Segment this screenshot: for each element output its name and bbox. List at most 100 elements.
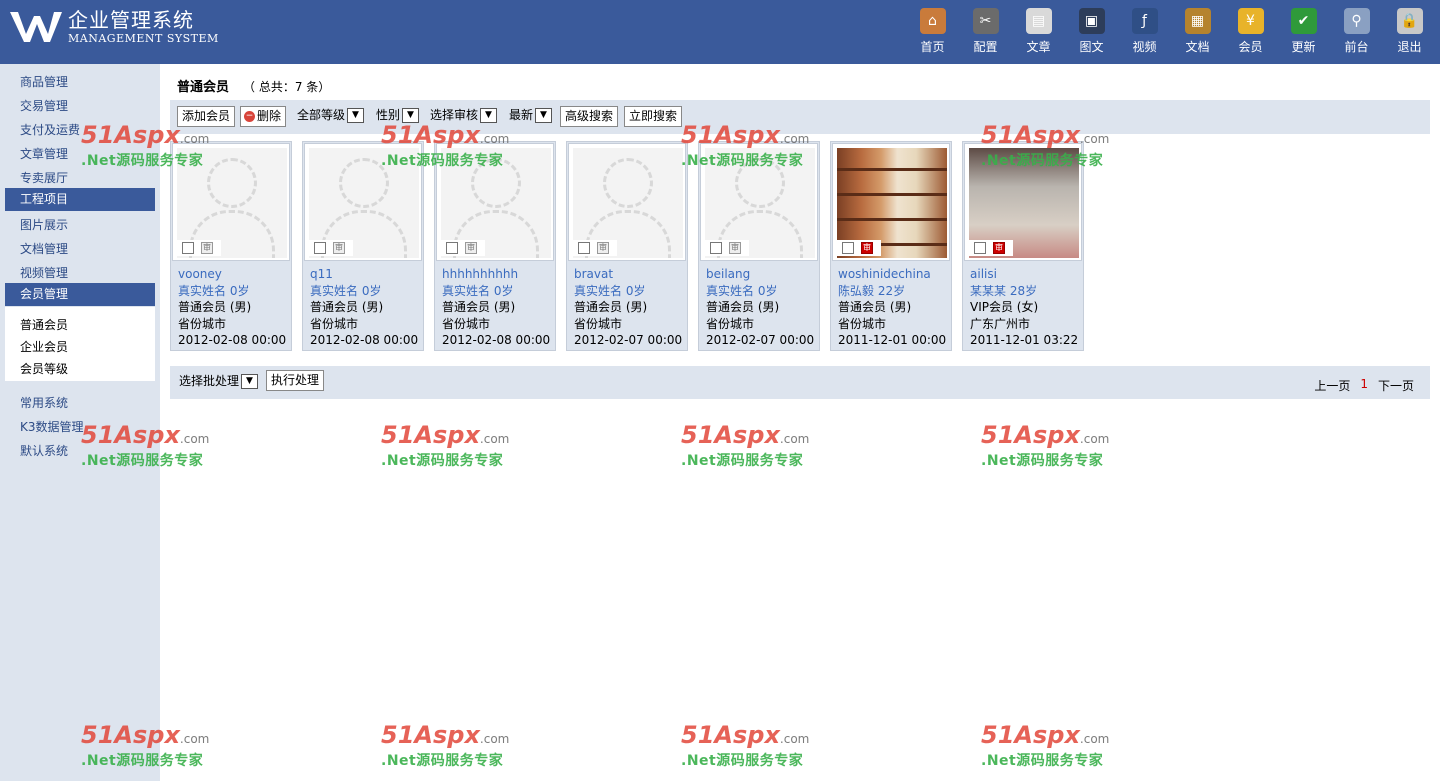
- sidebar-item-articles[interactable]: 文章管理: [20, 145, 68, 162]
- watermark-brand: 51Aspx: [381, 421, 480, 449]
- submenu-item-regular-members[interactable]: 普通会员: [20, 316, 68, 333]
- member-type: 普通会员 (男): [838, 300, 912, 314]
- topnav-item-6[interactable]: ¥ 会员: [1224, 8, 1277, 55]
- record-count: （ 总共：7 条）: [243, 80, 331, 94]
- lock-icon: 🔒: [1396, 8, 1423, 34]
- sidebar-item-common-system[interactable]: 常用系统: [20, 394, 68, 411]
- prev-page-link[interactable]: 上一页: [1314, 377, 1350, 394]
- level-select[interactable]: 全部等级 ▼: [297, 106, 365, 125]
- topnav-item-7[interactable]: ✔ 更新: [1277, 8, 1330, 55]
- topnav-item-3[interactable]: ▣ 图文: [1065, 8, 1118, 55]
- member-date: 2012-02-07 00:00: [706, 333, 815, 347]
- member-realname: 真实姓名 0岁: [706, 283, 778, 298]
- next-page-link[interactable]: 下一页: [1378, 377, 1414, 394]
- chevron-down-icon: ▼: [347, 108, 365, 123]
- sidebar-item-images[interactable]: 图片展示: [20, 216, 68, 233]
- sidebar-item-trades[interactable]: 交易管理: [20, 97, 68, 114]
- submenu-item-member-levels[interactable]: 会员等级: [20, 360, 68, 377]
- sidebar-item-videos[interactable]: 视频管理: [20, 264, 68, 281]
- watermark-brand: 51Aspx: [381, 721, 480, 749]
- photo-frame: 审: [568, 143, 686, 261]
- sidebar-item-showroom[interactable]: 专卖展厅: [20, 169, 68, 186]
- app-logo: 企业管理系统 MANAGEMENT SYSTEM: [8, 8, 219, 46]
- add-member-button[interactable]: 添加会员: [177, 106, 236, 127]
- topnav-item-8[interactable]: ⚲ 前台: [1330, 8, 1383, 55]
- header-bar: 企业管理系统 MANAGEMENT SYSTEM ⌂ 首页 ✂ 配置 ▤ 文章 ▣ 图文 ƒ 视频…: [0, 0, 1440, 64]
- topnav-item-1[interactable]: ✂ 配置: [959, 8, 1012, 55]
- member-date: 2012-02-08 00:00: [178, 333, 287, 347]
- audit-status-icon[interactable]: 审: [333, 242, 345, 254]
- member-username[interactable]: beilang: [706, 266, 814, 283]
- batch-bar: 选择批处理 ▼ 执行处理 上一页 1 下一页: [170, 366, 1430, 399]
- member-username[interactable]: q11: [310, 266, 418, 283]
- photo-frame: 审: [964, 143, 1082, 261]
- topnav-label: 视频: [1132, 40, 1157, 54]
- sidebar-item-documents[interactable]: 文档管理: [20, 240, 68, 257]
- topnav-label: 文章: [1026, 40, 1051, 54]
- member-type: 普通会员 (男): [310, 300, 384, 314]
- watermark-logo: 51Aspx.com .Net源码服务专家: [681, 722, 821, 770]
- member-city: 省份城市: [574, 316, 623, 331]
- member-username[interactable]: hhhhhhhhhh: [442, 266, 550, 283]
- batch-select[interactable]: 选择批处理 ▼: [179, 372, 259, 391]
- watermark-domain: .com: [179, 432, 210, 446]
- chevron-down-icon: ▼: [402, 108, 420, 123]
- sidebar-item-projects[interactable]: 工程项目: [5, 188, 155, 211]
- execute-button[interactable]: 执行处理: [266, 370, 325, 391]
- delete-button[interactable]: − 删除: [240, 106, 287, 127]
- member-username[interactable]: woshinidechina: [838, 266, 946, 283]
- member-card: 审 woshinidechina 陈弘毅 22岁 普通会员 (男) 省份城市 2011-1…: [830, 141, 952, 351]
- audit-status-icon[interactable]: 审: [729, 242, 741, 254]
- topnav-item-2[interactable]: ▤ 文章: [1012, 8, 1065, 55]
- watermark-slogan: .Net源码服务专家: [981, 453, 1104, 469]
- gender-select[interactable]: 性别 ▼: [376, 106, 420, 125]
- member-card: 审 hhhhhhhhhh 真实姓名 0岁 普通会员 (男) 省份城市 2012-02-08…: [434, 141, 556, 351]
- member-username[interactable]: ailisi: [970, 266, 1078, 283]
- search-button[interactable]: 立即搜索: [624, 106, 683, 127]
- audit-status-icon[interactable]: 审: [993, 242, 1005, 254]
- audit-status-icon[interactable]: 审: [465, 242, 477, 254]
- watermark-brand: 51Aspx: [681, 721, 780, 749]
- member-city: 省份城市: [178, 316, 227, 331]
- audit-select[interactable]: 选择审核 ▼: [430, 106, 498, 125]
- audit-status-icon[interactable]: 审: [861, 242, 873, 254]
- member-card: 审 ailisi 某某某 28岁 VIP会员 (女) 广东广州市 2011-12-01 0…: [962, 141, 1084, 351]
- sidebar-item-products[interactable]: 商品管理: [20, 73, 68, 90]
- sort-select[interactable]: 最新 ▼: [509, 106, 553, 125]
- select-checkbox[interactable]: [578, 242, 590, 254]
- delete-icon: −: [244, 111, 255, 122]
- member-username[interactable]: vooney: [178, 266, 286, 283]
- filter-toolbar: 添加会员 − 删除 全部等级 ▼ 性别 ▼ 选择审核 ▼ 最新 ▼ 高级搜索 立…: [170, 100, 1430, 134]
- member-username[interactable]: bravat: [574, 266, 682, 283]
- topnav-item-5[interactable]: ▦ 文档: [1171, 8, 1224, 55]
- watermark-logo: 51Aspx.com .Net源码服务专家: [381, 722, 521, 770]
- select-checkbox[interactable]: [314, 242, 326, 254]
- select-checkbox[interactable]: [974, 242, 986, 254]
- sidebar-item-k3-data[interactable]: K3数据管理: [20, 418, 84, 435]
- topnav-item-4[interactable]: ƒ 视频: [1118, 8, 1171, 55]
- select-checkbox[interactable]: [710, 242, 722, 254]
- sidebar-item-default-system[interactable]: 默认系统: [20, 442, 68, 459]
- audit-status-icon[interactable]: 审: [597, 242, 609, 254]
- member-realname: 真实姓名 0岁: [574, 283, 646, 298]
- member-realname: 真实姓名 0岁: [442, 283, 514, 298]
- submenu-item-enterprise-members[interactable]: 企业会员: [20, 338, 68, 355]
- select-checkbox[interactable]: [446, 242, 458, 254]
- member-date: 2012-02-08 00:00: [442, 333, 551, 347]
- gender-select-value: 性别: [376, 108, 401, 122]
- topnav-label: 退出: [1397, 40, 1422, 54]
- sidebar-item-members[interactable]: 会员管理: [5, 283, 155, 306]
- advanced-search-button[interactable]: 高级搜索: [560, 106, 619, 127]
- topnav-item-0[interactable]: ⌂ 首页: [906, 8, 959, 55]
- watermark-logo: 51Aspx.com .Net源码服务专家: [681, 422, 821, 470]
- audit-status-icon[interactable]: 审: [201, 242, 213, 254]
- member-card: 审 q11 真实姓名 0岁 普通会员 (男) 省份城市 2012-02-08 00:00: [302, 141, 424, 351]
- sidebar-item-payment[interactable]: 支付及运费: [20, 121, 80, 138]
- monitor-icon: ▣: [1078, 8, 1105, 34]
- member-city: 省份城市: [442, 316, 491, 331]
- topnav-item-9[interactable]: 🔒 退出: [1383, 8, 1436, 55]
- photo-frame: 审: [700, 143, 818, 261]
- select-checkbox[interactable]: [842, 242, 854, 254]
- select-checkbox[interactable]: [182, 242, 194, 254]
- current-page: 1: [1360, 377, 1368, 391]
